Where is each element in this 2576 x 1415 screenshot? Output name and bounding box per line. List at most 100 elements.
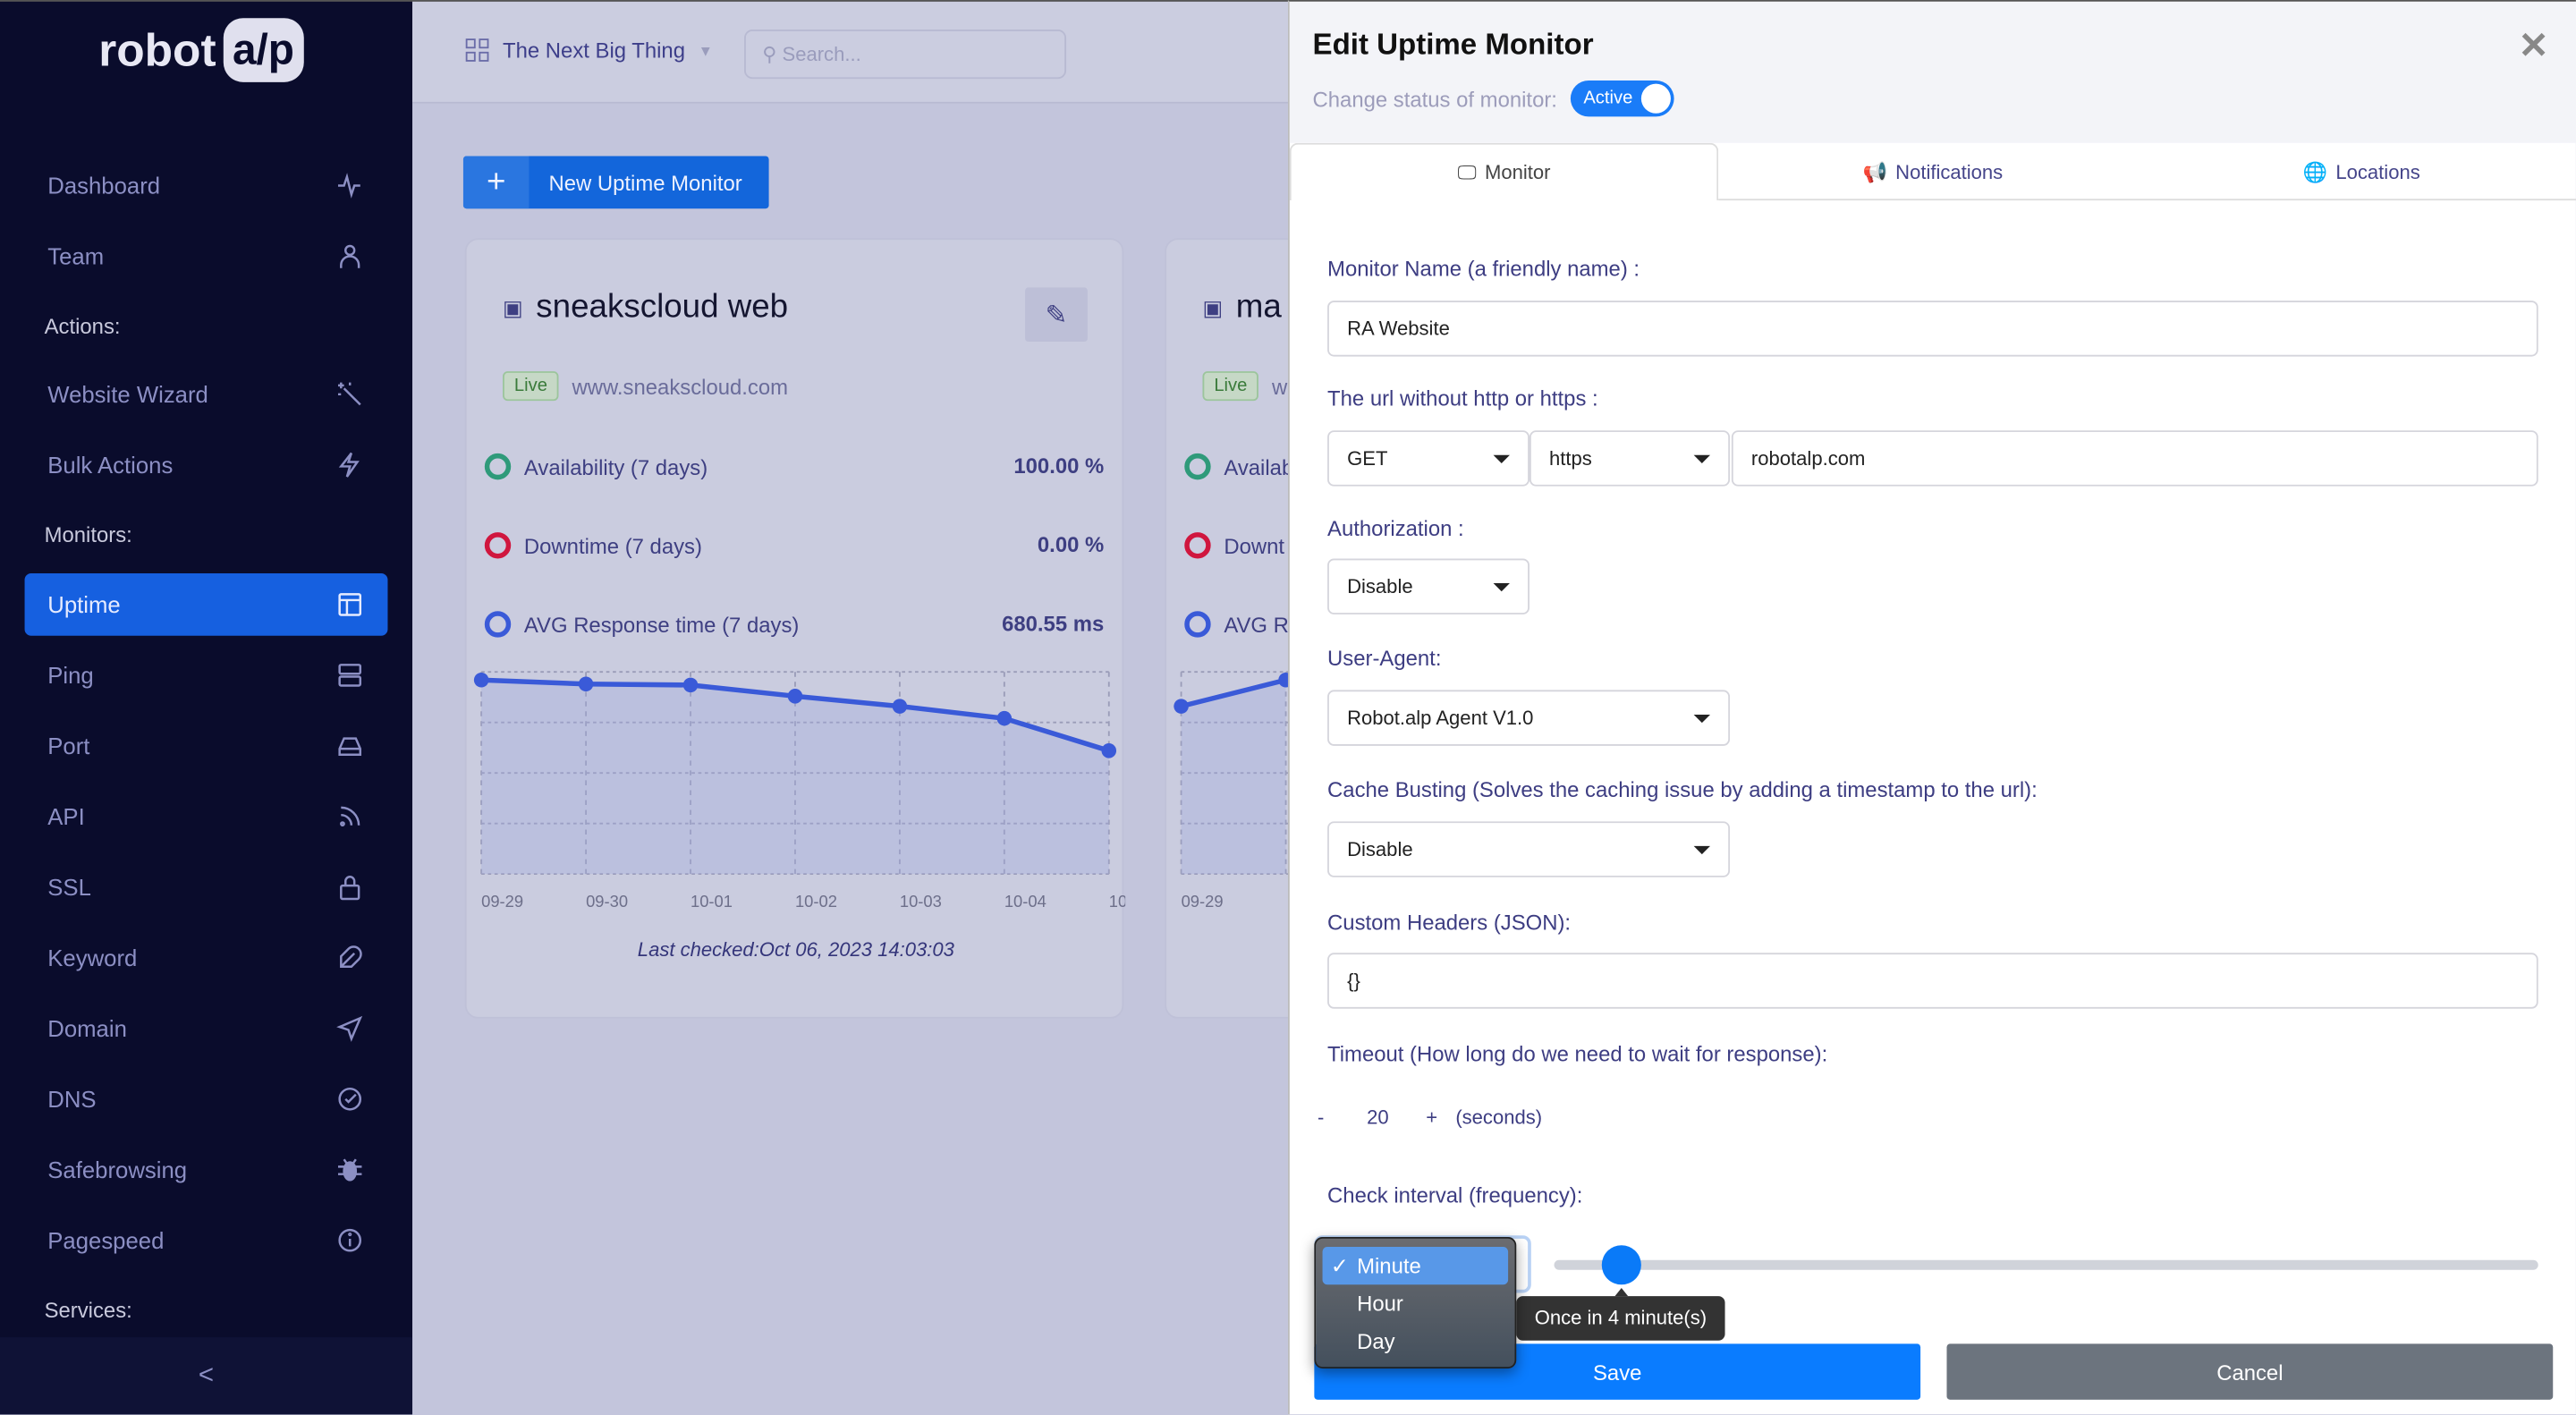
data-point [996,710,1013,726]
lightning-icon [338,452,360,478]
sidebar-item-keyword[interactable]: Keyword [25,927,388,989]
stat-value: 100.00 % [1013,453,1105,479]
sidebar-item-dashboard[interactable]: Dashboard [25,155,388,217]
status-badge: Live [1202,371,1259,402]
authorization-select[interactable]: Disable [1327,558,1530,614]
cancel-button[interactable]: Cancel [1946,1343,2554,1400]
sidebar-item-uptime[interactable]: Uptime [24,573,388,636]
sidebar-item-port[interactable]: Port [25,715,388,777]
sidebar-item-team[interactable]: Team [25,225,388,288]
activity-icon [337,173,360,199]
card-url[interactable]: www.sneakscloud.com [572,374,789,399]
project-selector[interactable]: The Next Big Thing ▼ [465,38,713,63]
sidebar-item-safebrowsing[interactable]: Safebrowsing [25,1139,388,1201]
x-tick-label: 09-30 [586,892,628,911]
stat-label: Availability (7 days) [523,453,708,479]
checkmark-icon: ✓ [1330,1252,1349,1278]
logo[interactable]: robot a/p [98,18,304,82]
interval-slider[interactable] [1554,1259,2538,1270]
stat-value: 0.00 % [1037,532,1105,557]
option-hour[interactable]: Hour [1323,1284,1509,1322]
sidebar-header-monitors: Monitors: [44,522,132,547]
sidebar-item-label: Ping [47,662,94,689]
check-circle-icon [338,1087,362,1111]
data-point [682,677,699,693]
sidebar-item-website-wizard[interactable]: Website Wizard [25,363,388,426]
card-url[interactable]: w [1272,374,1287,399]
method-select[interactable]: GET [1327,430,1530,487]
caret-down-icon [1693,844,1711,854]
pencil-icon: ✎ [1045,301,1068,330]
name-label: Monitor Name (a friendly name) : [1327,256,1640,282]
sidebar-item-label: Keyword [47,945,138,971]
sidebar-item-label: Safebrowsing [47,1157,188,1183]
collapse-sidebar-button[interactable]: < [0,1337,413,1415]
logo-box: a/p [222,18,304,82]
user-icon [340,244,360,268]
option-day[interactable]: Day [1323,1323,1509,1360]
close-icon[interactable]: ✕ [2519,25,2549,68]
tab-notifications[interactable]: 📢 Notifications [1718,143,2147,200]
timeout-decrement-button[interactable]: - [1318,1106,1324,1129]
monitor-icon: 🖵 [1457,160,1477,183]
ua-label: User-Agent: [1327,645,1442,671]
timeout-label: Timeout (How long do we need to wait for… [1327,1041,1828,1067]
edit-button[interactable]: ✎ [1025,287,1088,343]
interval-tooltip: Once in 4 minute(s) [1516,1287,1725,1341]
caret-down-icon [1493,453,1510,463]
ua-value: Robot.alp Agent V1.0 [1347,706,1534,730]
x-tick-label: 09-29 [1182,892,1224,911]
layout-icon: ▣ [503,294,523,320]
sidebar-item-pagespeed[interactable]: Pagespeed [25,1209,388,1272]
sidebar-item-ssl[interactable]: SSL [25,856,388,919]
last-checked: Last checked:Oct 06, 2023 14:03:03 [637,937,954,962]
sidebar-item-label: Port [47,733,90,759]
data-point [892,699,908,714]
sidebar-item-domain[interactable]: Domain [25,997,388,1060]
new-uptime-monitor-button[interactable]: + New Uptime Monitor [462,156,769,209]
protocol-select[interactable]: https [1529,430,1731,487]
sidebar-item-label: Domain [47,1015,127,1042]
option-minute[interactable]: ✓ Minute [1322,1247,1509,1285]
url-input[interactable]: robotalp.com [1731,430,2538,487]
sidebar-item-label: API [47,803,85,830]
info-icon [338,1228,362,1252]
status-ring-icon [484,611,512,638]
caret-down-icon [1693,453,1711,463]
tab-locations[interactable]: 🌐 Locations [2148,143,2576,200]
toggle-knob [1640,83,1671,114]
sidebar-item-label: Bulk Actions [47,452,174,479]
interval-slider-thumb[interactable] [1601,1245,1641,1285]
user-agent-select[interactable]: Robot.alp Agent V1.0 [1327,690,1731,746]
sidebar-item-dns[interactable]: DNS [25,1068,388,1131]
rss-icon [340,806,360,826]
sidebar-item-api[interactable]: API [25,785,388,848]
cache-busting-select[interactable]: Disable [1327,821,1731,877]
monitor-name-input[interactable]: RA Website [1327,301,2538,357]
search-input[interactable]: ⚲ Search... [744,30,1067,80]
status-badge: Live [503,371,559,402]
monitor-card: ▣ sneakscloud web ✎ Live www.sneakscloud.c… [464,238,1125,1019]
stat-label: Availab [1224,453,1294,479]
bug-icon [337,1158,362,1182]
chart-area [1181,680,1286,875]
auth-label: Authorization : [1327,515,1464,541]
sidebar-item-label: DNS [47,1086,97,1113]
tab-label: Monitor [1484,160,1551,184]
status-ring-icon [484,532,512,559]
status-toggle[interactable]: Active [1570,80,1674,117]
sidebar-item-bulk-actions[interactable]: Bulk Actions [25,434,388,496]
protocol-value: https [1549,446,1592,470]
sidebar-item-ping[interactable]: Ping [25,644,388,707]
interval-label: Check interval (frequency): [1327,1182,1583,1207]
tab-monitor[interactable]: 🖵 Monitor [1289,142,1719,201]
custom-headers-input[interactable]: {} [1327,953,2538,1009]
project-name: The Next Big Thing [503,38,685,63]
search-icon: ⚲ [762,42,783,66]
megaphone-icon: 📢 [1862,160,1887,183]
timeout-value[interactable]: 20 [1367,1106,1389,1129]
interval-dropdown-menu: ✓ Minute Hour Day [1314,1237,1517,1368]
timeout-increment-button[interactable]: + [1426,1106,1437,1129]
search-placeholder: Search... [782,42,861,66]
timeout-unit: (seconds) [1455,1106,1543,1129]
